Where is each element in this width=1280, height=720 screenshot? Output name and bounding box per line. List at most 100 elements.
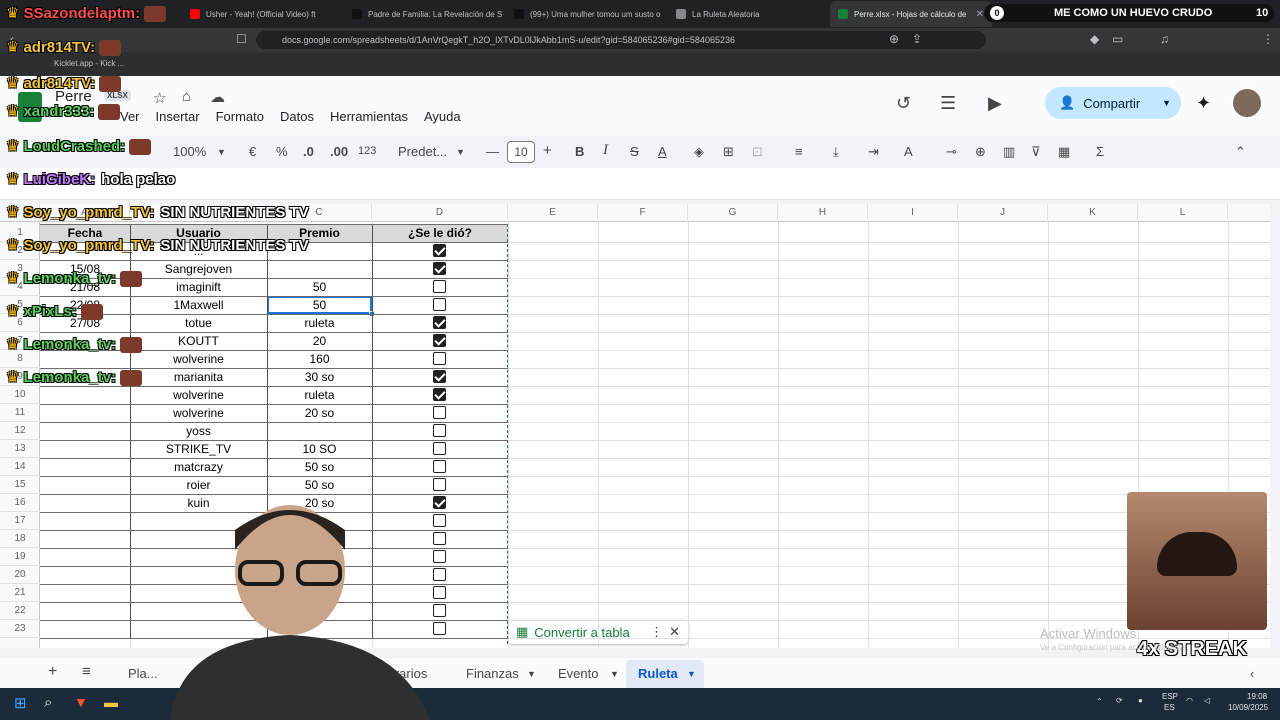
close-tab-icon[interactable]: ✕ [976, 9, 984, 20]
lang-top[interactable]: ESP [1162, 692, 1178, 701]
cell-fecha[interactable] [40, 620, 130, 638]
windows-start-icon[interactable]: ⊞ [14, 694, 27, 712]
avatar[interactable] [1231, 87, 1263, 119]
borders-icon[interactable]: ⊞ [723, 144, 734, 160]
cell-fecha[interactable] [40, 602, 130, 620]
row-header[interactable]: 14 [0, 458, 40, 476]
formula-bar[interactable] [0, 168, 1280, 200]
search-icon[interactable]: ⌕ [44, 694, 52, 711]
cell-premio[interactable]: 50 so [267, 458, 372, 476]
cell-premio[interactable]: 20 so [267, 404, 372, 422]
browser-tab[interactable]: Perre.xlsx - Hojas de cálculo de ✕ [830, 1, 992, 27]
italic-icon[interactable]: I [603, 142, 608, 159]
lang-bottom[interactable]: ES [1164, 703, 1175, 712]
column-header[interactable]: K [1048, 204, 1138, 222]
delivered-checkbox[interactable] [433, 316, 446, 329]
menu-icon[interactable]: ⋮ [1262, 32, 1274, 46]
cell-premio[interactable]: 50 [267, 278, 372, 296]
delivered-checkbox[interactable] [433, 334, 446, 347]
menu-item[interactable]: Datos [280, 109, 314, 124]
cell-fecha[interactable] [40, 566, 130, 584]
network-icon[interactable]: ⟳ [1116, 696, 1123, 705]
browser-tab[interactable]: La Ruleta Aleatoria [668, 1, 830, 27]
row-header[interactable]: 21 [0, 584, 40, 602]
menu-item[interactable]: Insertar [156, 109, 200, 124]
font-select[interactable]: Predet... [398, 144, 447, 159]
insert-comment-icon[interactable]: ⊕ [975, 144, 986, 160]
cell-usuario[interactable]: totue [130, 314, 267, 332]
font-size-decrease-icon[interactable]: — [486, 144, 499, 159]
menu-item[interactable]: Herramientas [330, 109, 408, 124]
text-rotation-icon[interactable]: A [904, 144, 913, 159]
text-color-icon[interactable]: A [658, 144, 667, 159]
cell-usuario[interactable]: 1Maxwell [130, 296, 267, 314]
gemini-icon[interactable]: ✦ [1196, 93, 1211, 114]
number-format-button[interactable]: 123 [358, 145, 376, 157]
delivered-checkbox[interactable] [433, 280, 446, 293]
browser-tab[interactable]: (99+) Uma mulher tomou um susto o [506, 1, 668, 27]
cell-usuario[interactable]: STRIKE_TV [130, 440, 267, 458]
cell-premio[interactable]: ruleta [267, 386, 372, 404]
tab-evento[interactable]: Evento [558, 666, 598, 681]
evento-chevron-icon[interactable]: ▼ [610, 669, 619, 679]
cell-usuario[interactable]: yoss [130, 422, 267, 440]
url-field[interactable]: docs.google.com/spreadsheets/d/1AnVrQegk… [256, 31, 986, 49]
fill-color-icon[interactable]: ◈ [694, 144, 704, 160]
delivered-checkbox[interactable] [433, 262, 446, 275]
cell-fecha[interactable] [40, 530, 130, 548]
font-chevron-icon[interactable]: ▼ [456, 147, 465, 157]
column-header[interactable]: H [778, 204, 868, 222]
row-header[interactable]: 10 [0, 386, 40, 404]
history-icon[interactable]: ↺ [896, 93, 911, 114]
row-header[interactable]: 11 [0, 404, 40, 422]
cell-fecha[interactable] [40, 584, 130, 602]
add-sheet-icon[interactable]: + [48, 663, 57, 681]
delivered-checkbox[interactable] [433, 442, 446, 455]
tab-ruleta[interactable]: Ruleta [638, 666, 678, 681]
delivered-checkbox[interactable] [433, 370, 446, 383]
delivered-checkbox[interactable] [433, 460, 446, 473]
font-size-input[interactable]: 10 [507, 141, 535, 163]
cell-usuario[interactable]: wolverine [130, 404, 267, 422]
cell-premio[interactable]: ruleta [267, 314, 372, 332]
collapse-toolbar-icon[interactable]: ⌃ [1235, 144, 1246, 160]
header-se-le-dio[interactable]: ¿Se le dió? [372, 224, 508, 242]
row-header[interactable]: 12 [0, 422, 40, 440]
cell-usuario[interactable]: KOUTT [130, 332, 267, 350]
column-header[interactable]: J [958, 204, 1048, 222]
tray-overflow-icon[interactable]: ⌃ [1096, 697, 1103, 706]
cell-fecha[interactable] [40, 476, 130, 494]
chevron-down-icon[interactable]: ▼ [1162, 98, 1171, 108]
cell-usuario[interactable]: Sangrejoven [130, 260, 267, 278]
ruleta-chevron-icon[interactable]: ▼ [687, 669, 696, 679]
cell-usuario[interactable]: imaginift [130, 278, 267, 296]
cell-premio[interactable]: 30 so [267, 368, 372, 386]
extension-icon[interactable]: ◆ [1090, 32, 1099, 46]
insert-link-icon[interactable]: ⊸ [946, 144, 957, 160]
bookmark-kicklet[interactable]: Kicklet.app - Kick ... [54, 59, 124, 68]
row-header[interactable]: 17 [0, 512, 40, 530]
percent-button[interactable]: % [276, 144, 288, 159]
font-size-increase-icon[interactable]: + [543, 142, 552, 159]
row-header[interactable]: 22 [0, 602, 40, 620]
row-header[interactable]: 15 [0, 476, 40, 494]
row-header[interactable]: 20 [0, 566, 40, 584]
cell-fecha[interactable] [40, 512, 130, 530]
meet-icon[interactable]: ▶ [988, 93, 1002, 114]
move-folder-icon[interactable]: ⌂ [182, 88, 191, 105]
merge-cells-icon[interactable]: ⊡ [752, 144, 763, 160]
browser-tab[interactable]: Usher - Yeah! (Official Video) ft [182, 1, 344, 27]
column-header[interactable]: E [508, 204, 598, 222]
scroll-tabs-icon[interactable]: ‹ [1250, 666, 1254, 681]
align-horizontal-icon[interactable]: ≡ [795, 144, 803, 159]
filter-icon[interactable]: ⊽ [1031, 144, 1041, 160]
clock-time[interactable]: 19:08 [1247, 692, 1267, 701]
share-page-icon[interactable]: ⇪ [912, 32, 922, 46]
bookmark-icon[interactable]: ☐ [236, 32, 247, 46]
share-button[interactable]: 👤 Compartir ▼ [1045, 87, 1181, 119]
cloud-status-icon[interactable]: ☁ [210, 88, 225, 106]
column-header[interactable]: I [868, 204, 958, 222]
delivered-checkbox[interactable] [433, 424, 446, 437]
row-header[interactable]: 16 [0, 494, 40, 512]
bold-icon[interactable]: B [575, 144, 584, 159]
